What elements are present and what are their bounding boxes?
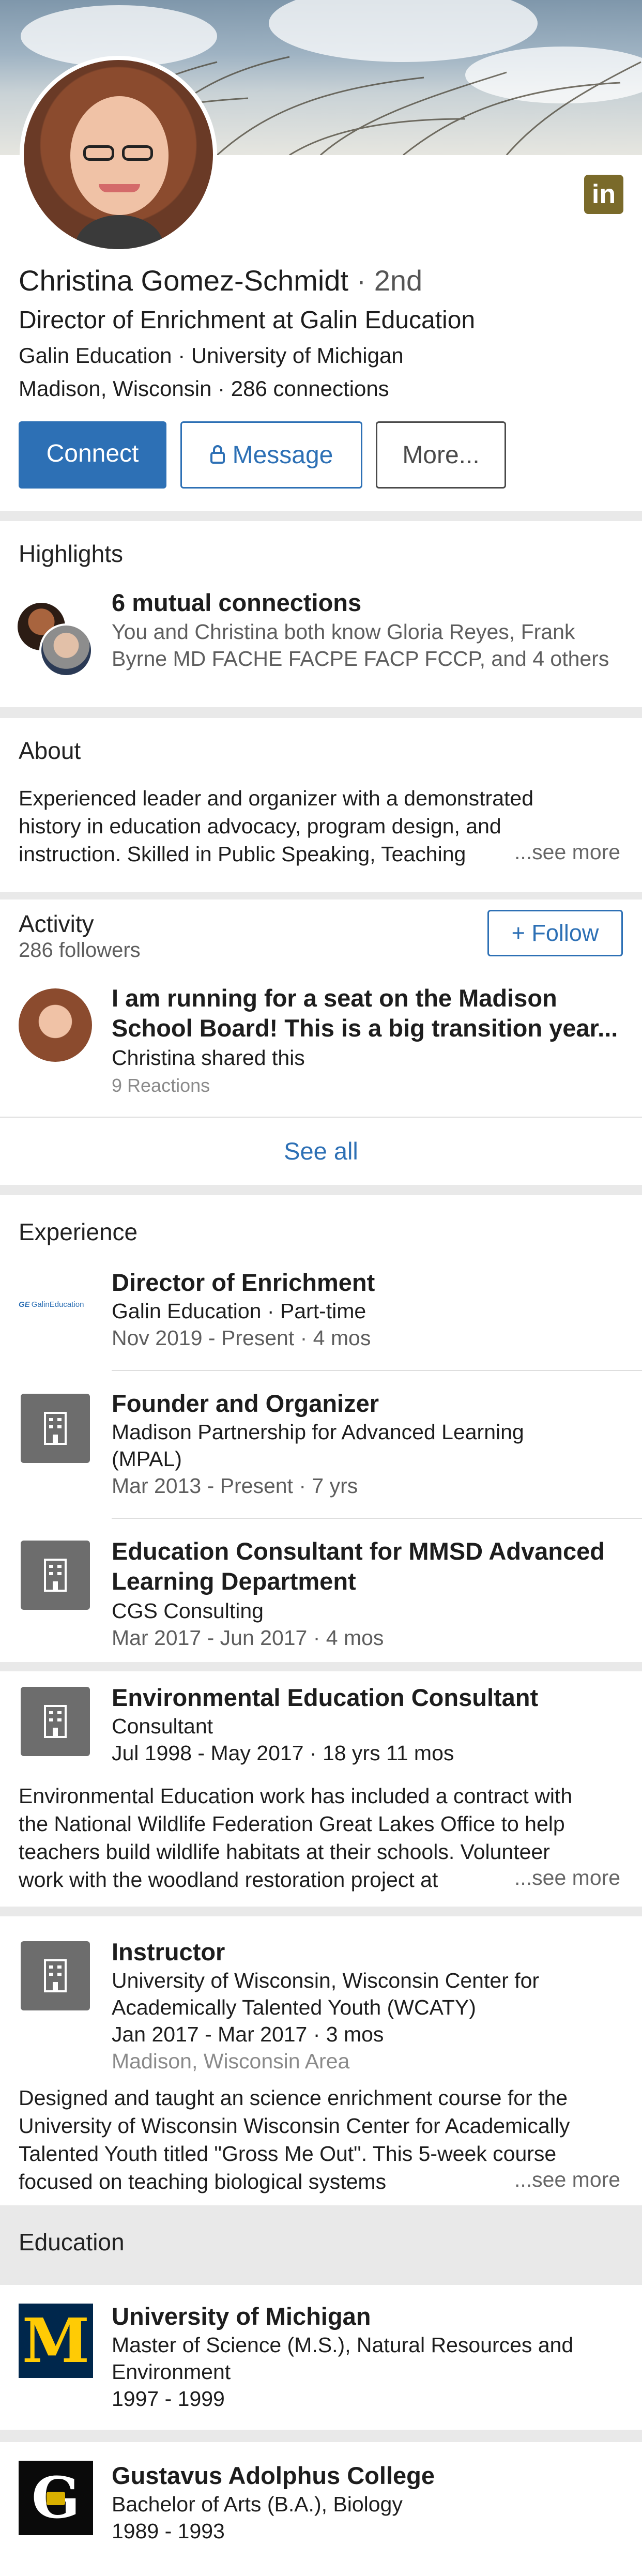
experience-item[interactable]: Environmental Education Consultant Consu… [0, 1671, 642, 1907]
education-section-header: Education [0, 2205, 642, 2279]
experience-company: CGS Consulting [112, 1599, 264, 1623]
experience-company: Academically Talented Youth (WCATY) [112, 1995, 476, 2019]
degree: Environment [112, 2360, 231, 2384]
education-years: 1997 - 1999 [112, 2387, 225, 2411]
post-title: I am running for a seat on the Madison [112, 984, 557, 1012]
experience-description: the National Wildlife Federation Great L… [19, 1812, 565, 1836]
about-text: history in education advocacy, program d… [19, 814, 501, 838]
school-name: Gustavus Adolphus College [112, 2462, 435, 2489]
experience-description: Talented Youth titled "Gross Me Out". Th… [19, 2142, 557, 2166]
about-text: Experienced leader and organizer with a … [19, 786, 533, 810]
linkedin-logo: in [584, 175, 623, 214]
profile-avatar[interactable] [20, 56, 217, 253]
divider [112, 1370, 642, 1371]
lock-icon [210, 424, 225, 489]
building-icon [21, 1941, 90, 2010]
experience-title: Founder and Organizer [112, 1390, 379, 1417]
profile-education-line: Galin Education · University of Michigan [19, 343, 404, 368]
experience-dates: Jul 1998 - May 2017 · 18 yrs 11 mos [112, 1741, 454, 1765]
building-icon [21, 1541, 90, 1610]
experience-description: teachers build wildlife habitats at thei… [19, 1840, 550, 1864]
degree: Bachelor of Arts (B.A.), Biology [112, 2492, 403, 2516]
building-icon [21, 1687, 90, 1756]
highlights-section: Highlights 6 mutual connections You and … [0, 521, 642, 707]
company-logo: GE GalinEducation [19, 1300, 84, 1309]
connect-button[interactable]: Connect [19, 421, 166, 489]
message-button[interactable]: Message [180, 421, 362, 489]
degree: Master of Science (M.S.), Natural Resour… [112, 2333, 574, 2357]
experience-company: Consultant [112, 1714, 213, 1738]
profile-location-line: Madison, Wisconsin · 286 connections [19, 376, 389, 401]
about-section: About Experienced leader and organizer w… [0, 718, 642, 892]
gustavus-adolphus-logo: G [19, 2461, 93, 2535]
mutual-avatar [39, 623, 93, 677]
experience-company: Madison Partnership for Advanced Learnin… [112, 1420, 524, 1444]
experience-dates: Mar 2017 - Jun 2017 · 4 mos [112, 1626, 384, 1650]
crown-icon [47, 2492, 65, 2505]
experience-title: Instructor [112, 1938, 225, 1965]
more-button[interactable]: More... [376, 421, 506, 489]
profile-top-card: in Christina Gomez-Schmidt · 2nd Directo… [0, 0, 642, 511]
follow-button[interactable]: + Follow [487, 910, 623, 956]
experience-dates: Mar 2013 - Present · 7 yrs [112, 1474, 358, 1498]
section-title: Highlights [19, 540, 123, 567]
experience-company: (MPAL) [112, 1447, 182, 1471]
see-more-link[interactable]: ...see more [509, 1866, 621, 1890]
experience-title: Education Consultant for MMSD Advanced [112, 1537, 605, 1565]
section-title: About [19, 737, 81, 764]
see-all-activity-link[interactable]: See all [0, 1117, 642, 1185]
divider [112, 1518, 642, 1519]
experience-description: Environmental Education work has include… [19, 1784, 573, 1808]
education-item[interactable]: M University of Michigan Master of Scien… [0, 2285, 642, 2430]
experience-company: University of Wisconsin, Wisconsin Cente… [112, 1969, 540, 1992]
activity-section: Activity 286 followers + Follow I am run… [0, 900, 642, 1185]
message-button-label: Message [232, 441, 333, 469]
experience-description: Designed and taught an science enrichmen… [19, 2086, 568, 2110]
mutual-connections-text: You and Christina both know Gloria Reyes… [112, 620, 575, 644]
experience-dates: Jan 2017 - Mar 2017 · 3 mos [112, 2022, 384, 2046]
see-more-link[interactable]: ...see more [509, 840, 621, 864]
experience-item[interactable]: Instructor University of Wisconsin, Wisc… [0, 1916, 642, 2205]
education-years: 1989 - 1993 [112, 2519, 225, 2543]
see-more-link[interactable]: ...see more [509, 2168, 621, 2192]
connection-degree: · 2nd [356, 264, 423, 297]
post-author-avatar [19, 988, 92, 1062]
experience-dates: Nov 2019 - Present · 4 mos [112, 1326, 371, 1350]
post-shared-by: Christina shared this [112, 1046, 305, 1070]
section-title: Activity [19, 910, 94, 937]
university-of-michigan-logo: M [19, 2304, 93, 2378]
building-icon [21, 1394, 90, 1463]
mutual-connections-text: Byrne MD FACHE FACPE FACP FCCP, and 4 ot… [112, 647, 609, 670]
section-title: Experience [19, 1218, 138, 1245]
mutual-connections-title: 6 mutual connections [112, 589, 362, 616]
profile-headline: Director of Enrichment at Galin Educatio… [19, 307, 476, 334]
experience-title: Learning Department [112, 1567, 356, 1595]
experience-section: Experience GE GalinEducation Director of … [0, 1195, 642, 1662]
followers-count: 286 followers [19, 939, 141, 962]
experience-description: University of Wisconsin Wisconsin Center… [19, 2114, 570, 2138]
post-reactions: 9 Reactions [112, 1075, 210, 1096]
post-title: School Board! This is a big transition y… [112, 1014, 618, 1042]
education-item[interactable]: G Gustavus Adolphus College Bachelor of … [0, 2442, 642, 2576]
experience-location: Madison, Wisconsin Area [112, 2049, 350, 2073]
profile-name-row: Christina Gomez-Schmidt · 2nd [19, 264, 422, 297]
profile-name: Christina Gomez-Schmidt [19, 264, 348, 297]
section-title: Education [19, 2229, 125, 2255]
experience-title: Environmental Education Consultant [112, 1684, 539, 1711]
experience-company: Galin Education · Part-time [112, 1299, 366, 1323]
experience-title: Director of Enrichment [112, 1269, 375, 1296]
school-name: University of Michigan [112, 2303, 371, 2330]
